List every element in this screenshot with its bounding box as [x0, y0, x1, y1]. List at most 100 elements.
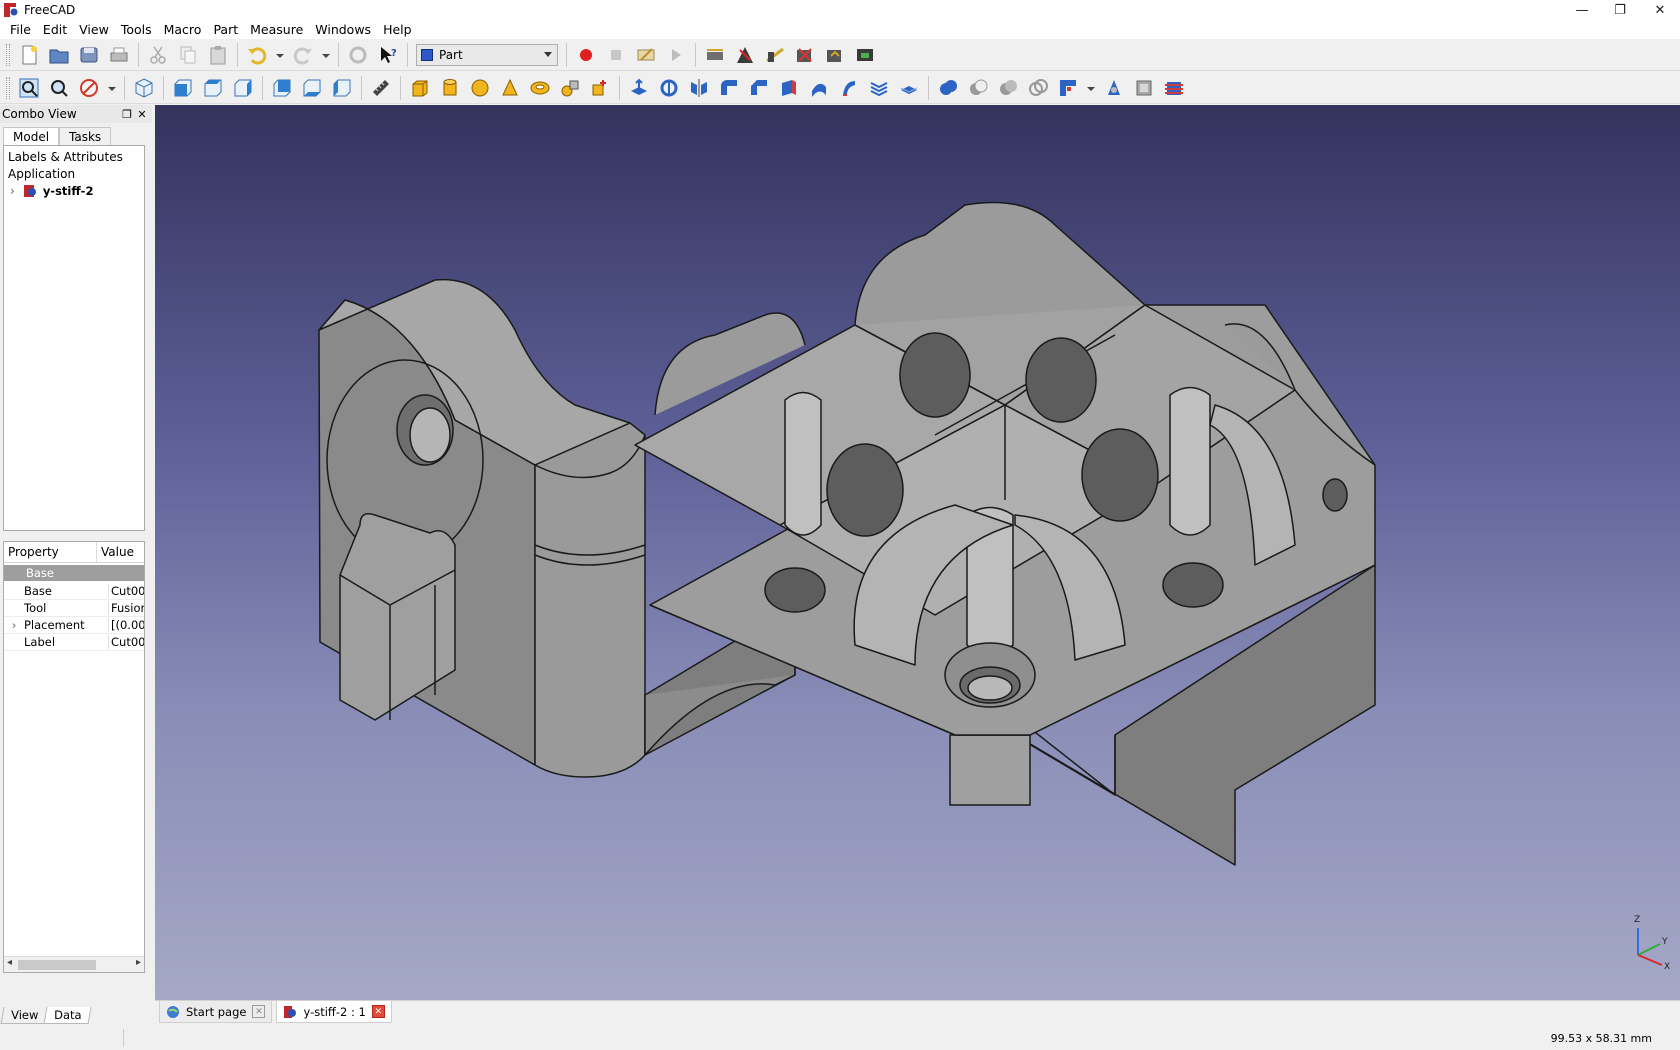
part-union-button[interactable] — [934, 74, 962, 102]
compound-dropdown[interactable] — [1084, 74, 1098, 102]
toolbar-grip[interactable] — [6, 43, 10, 66]
tab-model[interactable]: Model — [3, 127, 60, 146]
close-tab-icon[interactable]: ✕ — [371, 1005, 385, 1018]
view-top-button[interactable] — [199, 74, 227, 102]
view-left-button[interactable] — [328, 74, 356, 102]
undo-dropdown[interactable] — [273, 41, 287, 69]
menu-edit[interactable]: Edit — [37, 22, 73, 37]
macro-stop-button[interactable] — [602, 41, 630, 69]
view-rear-button[interactable] — [268, 74, 296, 102]
scroll-right-icon[interactable]: ▸ — [136, 957, 141, 968]
part-chamfer-button[interactable] — [745, 74, 773, 102]
horizontal-scrollbar[interactable]: ◂ ▸ — [4, 956, 144, 972]
part-loft-button[interactable] — [835, 74, 863, 102]
menu-windows[interactable]: Windows — [309, 22, 377, 37]
whats-this-button[interactable]: ? — [374, 41, 402, 69]
part-make-face-button[interactable] — [775, 74, 803, 102]
part-shape-builder-button[interactable] — [586, 74, 614, 102]
tree-document-node[interactable]: › y-stiff-2 — [10, 184, 93, 198]
property-value[interactable]: Fusion — [108, 600, 144, 615]
draw-style-button[interactable] — [75, 74, 103, 102]
close-button[interactable]: ✕ — [1642, 0, 1678, 20]
save-button[interactable] — [75, 41, 103, 69]
part-extrude-button[interactable] — [625, 74, 653, 102]
property-row[interactable]: › Placement [(0.00 0 — [4, 616, 144, 634]
property-row[interactable]: Tool Fusion — [4, 599, 144, 617]
part-cylinder-button[interactable] — [436, 74, 464, 102]
menu-tools[interactable]: Tools — [115, 22, 158, 37]
part-offset-button[interactable] — [895, 74, 923, 102]
property-row[interactable]: Label Cut002 — [4, 633, 144, 651]
part-section-button[interactable] — [1024, 74, 1052, 102]
paste-button[interactable] — [204, 41, 232, 69]
part-cut-button[interactable] — [964, 74, 992, 102]
property-value[interactable]: [(0.00 0 — [108, 617, 144, 632]
3d-model[interactable] — [155, 105, 1680, 1000]
copy-button[interactable] — [174, 41, 202, 69]
view-right-button[interactable] — [229, 74, 257, 102]
part-cone-button[interactable] — [496, 74, 524, 102]
menu-file[interactable]: File — [4, 22, 37, 37]
refresh-button[interactable] — [344, 41, 372, 69]
measure-distance-button[interactable] — [367, 74, 395, 102]
new-document-button[interactable] — [15, 41, 43, 69]
menu-view[interactable]: View — [73, 22, 115, 37]
view-front-button[interactable] — [169, 74, 197, 102]
menu-measure[interactable]: Measure — [244, 22, 309, 37]
print-button[interactable] — [105, 41, 133, 69]
menu-macro[interactable]: Macro — [158, 22, 208, 37]
part-fillet-button[interactable] — [715, 74, 743, 102]
minimize-button[interactable]: — — [1564, 0, 1600, 20]
part-measure-toggle-3d-button[interactable] — [851, 41, 879, 69]
macro-record-button[interactable] — [572, 41, 600, 69]
tab-tasks[interactable]: Tasks — [59, 127, 112, 146]
tab-start-page[interactable]: Start page ✕ — [159, 1001, 273, 1023]
chevron-right-icon[interactable]: › — [4, 618, 24, 632]
tab-data[interactable]: Data — [43, 1007, 93, 1024]
draw-style-dropdown[interactable] — [105, 74, 119, 102]
part-cross-sections-button[interactable] — [1160, 74, 1188, 102]
part-measure-toggle-all-button[interactable] — [821, 41, 849, 69]
view-bottom-button[interactable] — [298, 74, 326, 102]
property-row[interactable]: Base Cut001 — [4, 582, 144, 600]
property-value[interactable]: Cut002 — [108, 634, 144, 649]
scroll-left-icon[interactable]: ◂ — [7, 957, 12, 968]
undo-button[interactable] — [243, 41, 271, 69]
part-primitives-button[interactable] — [556, 74, 584, 102]
toolbar-grip[interactable] — [6, 76, 10, 99]
part-measure-angular-button[interactable] — [731, 41, 759, 69]
part-measure-refresh-button[interactable] — [761, 41, 789, 69]
part-box-button[interactable] — [406, 74, 434, 102]
cut-button[interactable] — [144, 41, 172, 69]
part-common-button[interactable] — [994, 74, 1022, 102]
macro-edit-button[interactable] — [632, 41, 660, 69]
fit-selection-button[interactable] — [45, 74, 73, 102]
part-measure-clear-button[interactable] — [791, 41, 819, 69]
close-panel-icon[interactable]: ✕ — [135, 107, 149, 121]
redo-button[interactable] — [289, 41, 317, 69]
macro-run-button[interactable] — [662, 41, 690, 69]
part-measure-linear-button[interactable] — [701, 41, 729, 69]
part-sphere-button[interactable] — [466, 74, 494, 102]
3d-viewport[interactable]: Z Y X — [155, 105, 1680, 1000]
scrollbar-thumb[interactable] — [18, 960, 96, 970]
view-isometric-button[interactable] — [130, 74, 158, 102]
open-button[interactable] — [45, 41, 73, 69]
tab-document[interactable]: y-stiff-2 : 1 ✕ — [276, 1001, 392, 1023]
undock-icon[interactable]: ❐ — [120, 107, 134, 121]
part-torus-button[interactable] — [526, 74, 554, 102]
part-compound-button[interactable] — [1054, 74, 1082, 102]
chevron-right-icon[interactable]: › — [10, 184, 15, 198]
tab-view[interactable]: View — [0, 1007, 49, 1024]
part-sweep-button[interactable] — [865, 74, 893, 102]
close-tab-icon[interactable]: ✕ — [252, 1005, 266, 1018]
redo-dropdown[interactable] — [319, 41, 333, 69]
menu-help[interactable]: Help — [377, 22, 418, 37]
restore-button[interactable]: ❐ — [1602, 0, 1638, 20]
part-check-geometry-button[interactable] — [1100, 74, 1128, 102]
menu-part[interactable]: Part — [207, 22, 244, 37]
workbench-selector[interactable]: Part — [416, 43, 558, 66]
fit-all-button[interactable] — [15, 74, 43, 102]
part-ruled-surface-button[interactable] — [805, 74, 833, 102]
property-value[interactable]: Cut001 — [108, 583, 144, 598]
